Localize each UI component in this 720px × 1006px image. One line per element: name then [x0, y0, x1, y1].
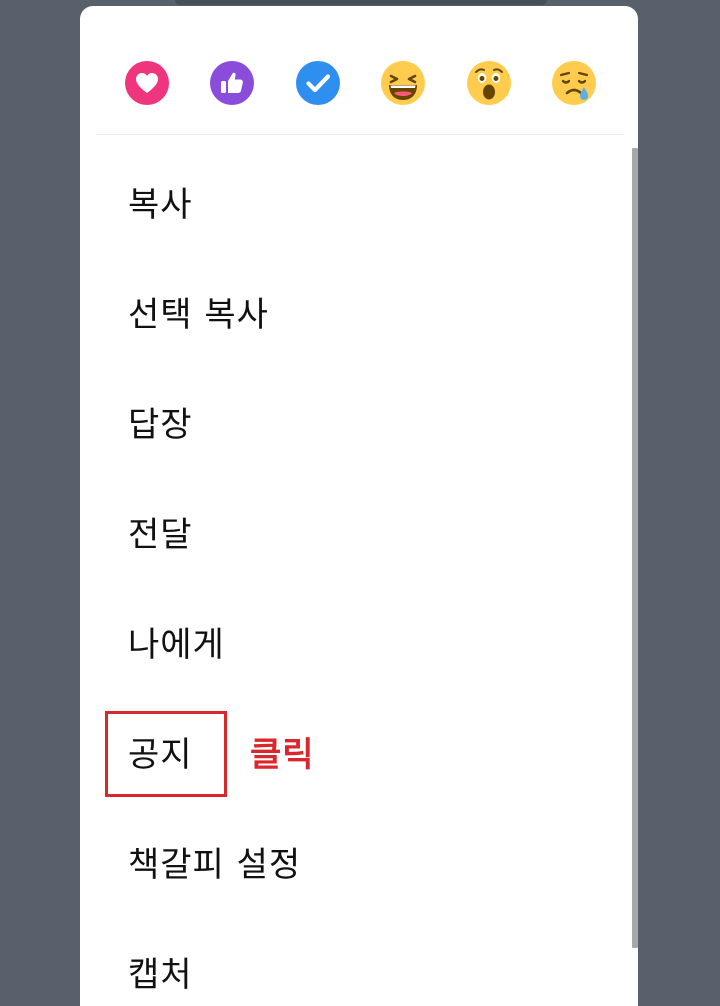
surprised-reaction-button[interactable]	[466, 60, 512, 106]
check-icon	[296, 61, 340, 105]
heart-reaction-button[interactable]	[124, 60, 170, 106]
menu-item-reply[interactable]: 답장	[128, 403, 193, 447]
divider	[96, 134, 624, 135]
menu-item-bookmark-settings[interactable]: 책갈피 설정	[128, 843, 301, 887]
laugh-reaction-button[interactable]	[380, 60, 426, 106]
laughing-face-icon	[381, 61, 425, 105]
check-reaction-button[interactable]	[295, 60, 341, 106]
annotation-highlight-box	[105, 711, 227, 797]
annotation-click-label: 클릭	[250, 735, 315, 775]
menu-item-to-me[interactable]: 나에게	[128, 623, 225, 667]
sad-reaction-button[interactable]	[551, 60, 597, 106]
menu-item-select-copy[interactable]: 선택 복사	[128, 293, 269, 337]
scrollbar[interactable]	[632, 148, 638, 948]
background-overlay-edge	[175, 0, 547, 5]
reaction-bar	[96, 56, 624, 112]
menu-item-capture[interactable]: 캡처	[128, 953, 193, 997]
menu-item-copy[interactable]: 복사	[128, 183, 193, 227]
surprised-face-icon	[467, 61, 511, 105]
thumbs-up-icon	[210, 61, 254, 105]
menu-item-forward[interactable]: 전달	[128, 513, 193, 557]
message-context-menu: 복사 선택 복사 답장 전달 나에게 공지 책갈피 설정 캡처	[80, 6, 638, 1006]
crying-face-icon	[552, 61, 596, 105]
like-reaction-button[interactable]	[209, 60, 255, 106]
heart-icon	[125, 61, 169, 105]
